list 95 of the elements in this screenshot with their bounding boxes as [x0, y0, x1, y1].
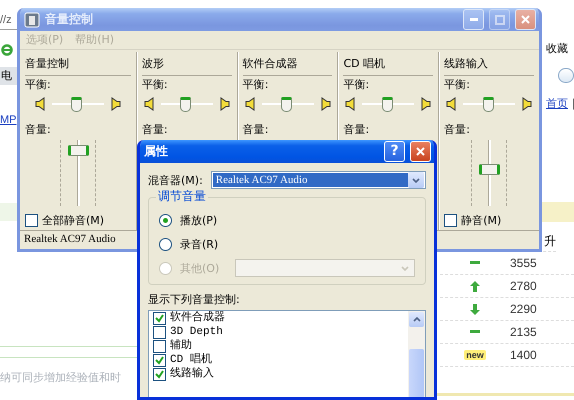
minimize-icon	[470, 18, 478, 21]
speaker-icon	[144, 97, 155, 111]
search-button[interactable]	[558, 68, 574, 83]
radio-label: 录音(R)	[180, 238, 218, 250]
radio-button[interactable]	[159, 238, 172, 250]
checkbox[interactable]	[153, 312, 166, 325]
checkbox[interactable]	[153, 368, 166, 381]
score-text: 3555	[510, 256, 537, 270]
speaker-icon	[34, 97, 46, 111]
score-text: 1400	[510, 348, 537, 362]
scrollbar[interactable]	[408, 311, 425, 397]
volume-label: 音量:	[444, 123, 471, 136]
balance-label: 平衡:	[444, 78, 471, 91]
slider-thumb[interactable]	[68, 145, 89, 156]
slider-thumb[interactable]	[382, 97, 393, 112]
new-badge: new	[464, 350, 486, 360]
slider-thumb[interactable]	[281, 97, 292, 112]
radio-button[interactable]	[159, 214, 172, 226]
mixer-select[interactable]: Realtek AC97 Audio	[210, 171, 426, 189]
window-title: 音量控制	[45, 12, 94, 27]
checkbox[interactable]	[153, 326, 166, 339]
channel-title: 音量控制	[25, 55, 131, 76]
score-text: 2135	[510, 324, 537, 340]
balance-label: 平衡:	[343, 78, 370, 91]
radio-label: 播放(P)	[180, 214, 218, 226]
channel-title: 波形	[142, 55, 232, 76]
home-link[interactable]: 首页	[546, 97, 568, 110]
select-value: Realtek AC97 Audio	[212, 173, 408, 187]
checkbox[interactable]	[153, 340, 166, 353]
score-text: 2780	[510, 278, 537, 294]
page-band	[0, 203, 17, 221]
speaker-icon	[521, 97, 532, 111]
speaker-icon	[446, 97, 458, 111]
slider-thumb[interactable]	[71, 97, 82, 112]
chevron-down-icon	[401, 266, 409, 270]
checkbox[interactable]	[444, 214, 458, 227]
chevron-up-icon	[412, 317, 420, 322]
maximize-button[interactable]	[489, 9, 510, 30]
channel-title: CD 唱机	[343, 55, 434, 76]
checkbox-label: 全部静音(M)	[42, 214, 104, 227]
speaker-icon	[345, 97, 356, 111]
score-text: 2290	[510, 302, 537, 316]
dash-icon	[470, 330, 480, 334]
chevron-down-icon	[412, 178, 420, 182]
checkbox-label: 3D Depth	[170, 326, 223, 339]
balance-label: 平衡:	[142, 78, 169, 91]
slider-thumb[interactable]	[482, 97, 494, 112]
mixer-label: 混音器(M):	[148, 174, 203, 186]
speaker-icon	[420, 97, 432, 111]
note-text: 纳可同步增加经验值和时	[0, 371, 121, 384]
page-link[interactable]: MP	[0, 114, 16, 128]
checkbox-label: 静音(M)	[461, 214, 502, 227]
dash-icon	[470, 261, 480, 265]
separator-text: |	[572, 97, 574, 110]
address-text[interactable]: //z	[0, 14, 12, 26]
scroll-thumb[interactable]	[409, 349, 424, 397]
slider-thumb[interactable]	[180, 97, 192, 112]
group-title: 调节音量	[156, 190, 208, 203]
checkbox[interactable]	[153, 354, 166, 367]
minimize-button[interactable]	[463, 9, 484, 30]
volume-label: 音量:	[142, 123, 169, 136]
radio-label: 其他(O)	[180, 262, 220, 274]
browser-tab[interactable]: 电	[0, 67, 17, 85]
channel-title: 软件合成器	[242, 55, 332, 76]
balance-label: 平衡:	[25, 78, 52, 91]
balance-label: 平衡:	[242, 78, 270, 91]
checkbox[interactable]	[25, 214, 38, 227]
speaker-icon	[244, 97, 256, 111]
speaker-icon	[110, 97, 121, 111]
list-label: 显示下列音量控制:	[148, 293, 241, 306]
volume-label: 音量:	[343, 123, 370, 136]
channel-title: 线路输入	[444, 55, 534, 76]
volume-slider[interactable]	[471, 140, 508, 206]
down-arrow-icon	[470, 304, 480, 314]
favorites-link[interactable]: 收藏	[546, 42, 568, 56]
speaker-icon	[320, 97, 331, 111]
checkbox-label: 软件合成器	[170, 312, 225, 325]
speaker-icon	[218, 97, 230, 111]
close-icon	[521, 15, 530, 24]
volume-label: 音量:	[242, 123, 270, 136]
maximize-icon	[494, 14, 504, 24]
checkbox-label: 辅助	[170, 340, 192, 353]
dropdown-button[interactable]	[408, 172, 424, 188]
up-arrow-icon	[470, 280, 480, 292]
help-button[interactable]: ?	[384, 141, 405, 162]
close-icon	[416, 147, 425, 156]
close-button[interactable]	[515, 9, 536, 30]
checkbox-label: CD 唱机	[170, 354, 212, 367]
volume-label: 音量:	[25, 123, 52, 136]
window-title: 属性	[144, 144, 169, 159]
scroll-up-button[interactable]	[409, 312, 424, 327]
slider-thumb[interactable]	[479, 164, 500, 175]
checkbox-label: 线路输入	[170, 368, 214, 381]
browser-logo-icon[interactable]	[1, 44, 13, 56]
volume-slider[interactable]	[60, 140, 96, 206]
